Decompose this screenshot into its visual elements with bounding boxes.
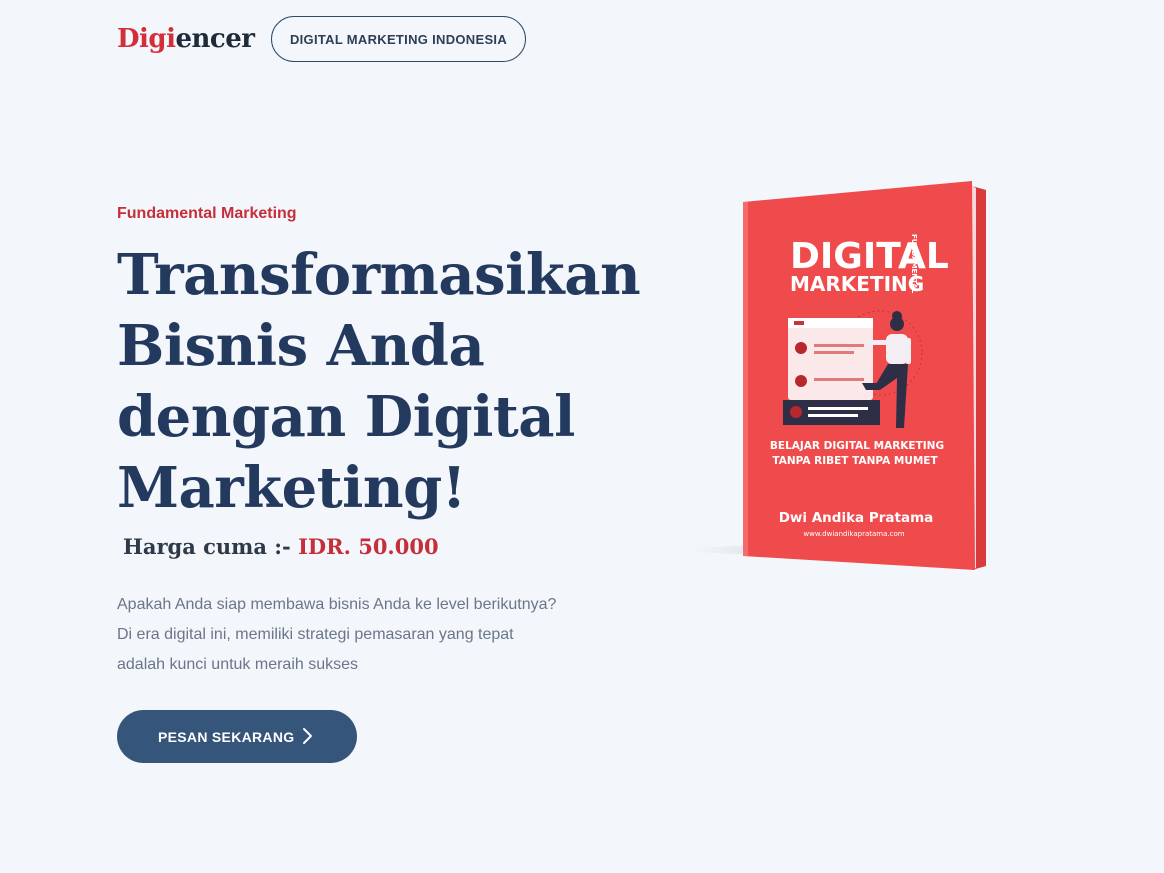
book-edge	[743, 202, 748, 556]
ebook-cover: DIGITAL MARKETING FUNDAMENTAL BELAJAR DI…	[690, 178, 990, 578]
nav-digital-marketing-button[interactable]: DIGITAL MARKETING INDONESIA	[271, 16, 526, 62]
hero-description: Apakah Anda siap membawa bisnis Anda ke …	[117, 596, 557, 673]
book-title-line2: MARKETING	[790, 272, 924, 296]
order-now-button[interactable]: PESAN SEKARANG	[117, 710, 357, 763]
hero-kicker: Fundamental Marketing	[117, 205, 297, 222]
logo-text: encer	[175, 24, 255, 54]
book-website: www.dwiandikapratama.com	[803, 530, 904, 538]
price-label: Harga cuma :-	[123, 534, 291, 559]
hero-headline: Transformasikan Bisnis Anda dengan Digit…	[117, 240, 657, 524]
book-side-label: FUNDAMENTAL	[910, 234, 918, 294]
headline-line: dengan Digital	[117, 384, 575, 450]
book-tagline-line2: TANPA RIBET TANPA MUMET	[772, 455, 938, 467]
price-value: IDR. 50.000	[298, 534, 439, 559]
book-tagline-line1: BELAJAR DIGITAL MARKETING	[770, 440, 944, 452]
logo-accent: Digi	[117, 24, 176, 54]
chevron-right-icon	[303, 728, 312, 744]
book-title-line1: DIGITAL	[790, 236, 949, 277]
book-author: Dwi Andika Pratama	[779, 510, 934, 526]
order-now-label: PESAN SEKARANG	[158, 728, 295, 745]
site-logo[interactable]: Digiencer	[117, 20, 255, 58]
book-illustration	[783, 310, 923, 428]
headline-line: Marketing!	[117, 455, 466, 521]
headline-line: Bisnis Anda	[117, 313, 485, 379]
price-line: Harga cuma :- IDR. 50.000	[123, 534, 439, 559]
headline-line: Transformasikan	[117, 242, 641, 308]
